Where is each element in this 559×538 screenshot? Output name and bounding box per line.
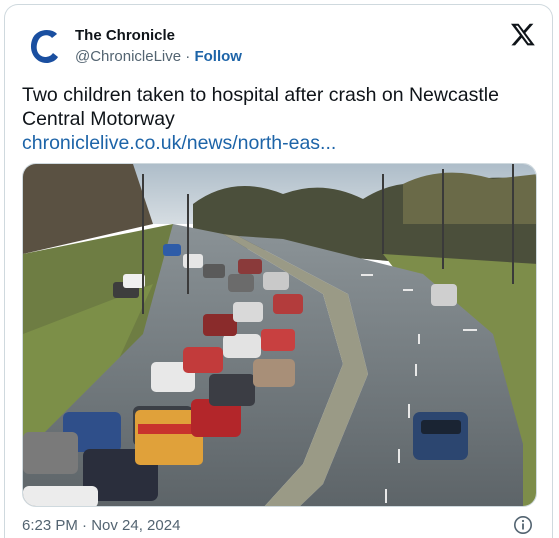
author-handle[interactable]: @ChronicleLive <box>75 48 181 65</box>
motorway-traffic-photo <box>23 164 536 506</box>
info-icon[interactable] <box>513 515 533 535</box>
tweet-timestamp[interactable]: 6:23 PM · Nov 24, 2024 <box>22 517 180 534</box>
tweet-link[interactable]: chroniclelive.co.uk/news/north-eas... <box>22 131 336 155</box>
tweet-card: The Chronicle @ChronicleLive · Follow Tw… <box>4 4 553 538</box>
separator-dot: · <box>185 48 191 65</box>
chronicle-logo-icon <box>30 30 58 64</box>
author-handle-row: @ChronicleLive · Follow <box>75 48 242 65</box>
follow-button[interactable]: Follow <box>194 48 242 65</box>
author-avatar[interactable] <box>22 22 70 70</box>
author-name[interactable]: The Chronicle <box>75 27 175 44</box>
tweet-photo[interactable] <box>22 163 537 507</box>
tweet-text: Two children taken to hospital after cra… <box>22 84 499 130</box>
x-logo-icon[interactable] <box>510 21 536 47</box>
